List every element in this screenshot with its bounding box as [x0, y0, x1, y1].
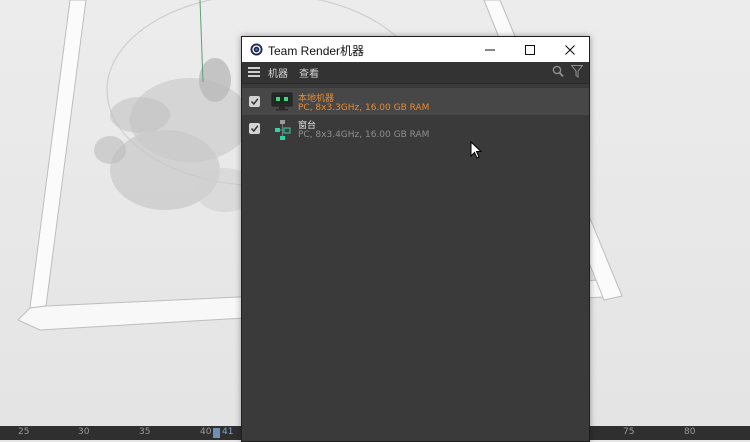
window-title: Team Render机器	[268, 44, 365, 58]
menu-view[interactable]: 查看	[299, 65, 319, 80]
timeline-tick: 30	[78, 427, 90, 437]
timeline-tick: 40	[200, 427, 212, 437]
cinema4d-app-icon	[250, 43, 263, 56]
timeline-tick: 80	[684, 427, 696, 437]
search-icon[interactable]	[552, 65, 564, 78]
filter-icon[interactable]	[571, 65, 583, 78]
machine-row-local[interactable]: 本地机器 PC, 8x3.3GHz, 16.00 GB RAM	[242, 88, 589, 115]
title-bar[interactable]: Team Render机器	[242, 37, 589, 62]
team-render-machines-window: Team Render机器 机器 查看 本地机器 PC, 8x3.3GHz, 1…	[241, 36, 590, 442]
current-frame-label: 41	[222, 427, 234, 437]
timeline-tick: 75	[623, 427, 635, 437]
close-button[interactable]	[550, 37, 590, 62]
checkmark-icon	[250, 125, 259, 133]
timeline-tick: 25	[18, 427, 30, 437]
machine-specs: PC, 8x3.4GHz, 16.00 GB RAM	[298, 130, 430, 140]
network-node-icon	[275, 120, 291, 140]
maximize-button[interactable]	[510, 37, 550, 62]
machine-specs: PC, 8x3.3GHz, 16.00 GB RAM	[298, 103, 430, 113]
machine-row-remote[interactable]: 窗台 PC, 8x3.4GHz, 16.00 GB RAM	[242, 115, 589, 142]
hamburger-menu-icon[interactable]	[248, 67, 260, 77]
machine-checkbox[interactable]	[249, 123, 260, 134]
minimize-icon	[485, 49, 495, 51]
menu-bar: 机器 查看	[242, 62, 589, 84]
current-frame-marker[interactable]	[213, 428, 220, 438]
menu-machines[interactable]: 机器	[268, 65, 288, 80]
timeline-tick: 35	[139, 427, 151, 437]
minimize-button[interactable]	[470, 37, 510, 62]
local-machine-monitor-icon	[271, 92, 293, 111]
mouse-pointer-icon	[470, 141, 482, 159]
maximize-icon	[525, 45, 535, 55]
checkmark-icon	[250, 98, 259, 106]
machine-checkbox[interactable]	[249, 96, 260, 107]
close-icon	[565, 45, 575, 55]
